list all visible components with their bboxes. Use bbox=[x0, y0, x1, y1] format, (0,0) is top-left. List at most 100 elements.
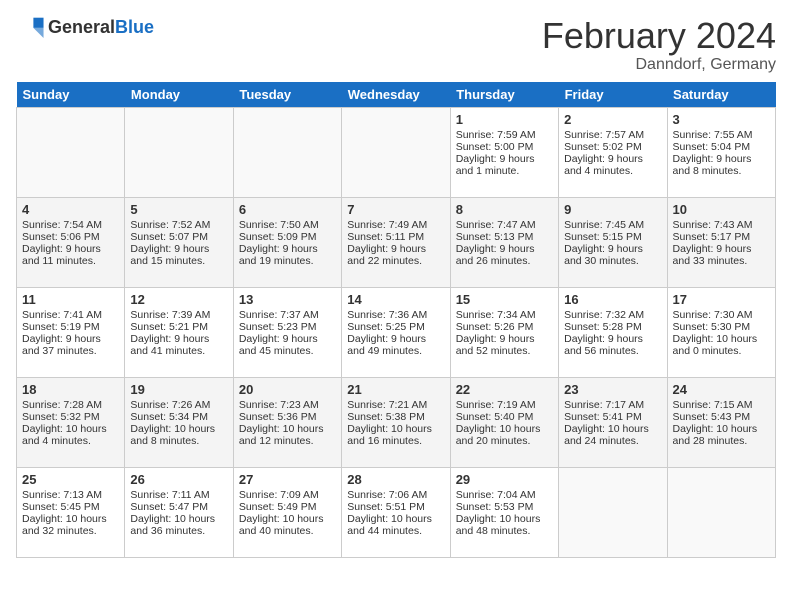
calendar-cell: 25Sunrise: 7:13 AMSunset: 5:45 PMDayligh… bbox=[17, 467, 125, 557]
calendar-cell: 7Sunrise: 7:49 AMSunset: 5:11 PMDaylight… bbox=[342, 197, 450, 287]
sunset-text: Sunset: 5:11 PM bbox=[347, 231, 444, 243]
sunset-text: Sunset: 5:34 PM bbox=[130, 411, 227, 423]
sunrise-text: Sunrise: 7:57 AM bbox=[564, 129, 661, 141]
sunrise-text: Sunrise: 7:55 AM bbox=[673, 129, 770, 141]
sunrise-text: Sunrise: 7:36 AM bbox=[347, 309, 444, 321]
calendar-cell: 29Sunrise: 7:04 AMSunset: 5:53 PMDayligh… bbox=[450, 467, 558, 557]
day-number: 6 bbox=[239, 202, 336, 217]
day-number: 24 bbox=[673, 382, 770, 397]
col-header-saturday: Saturday bbox=[667, 82, 775, 108]
daylight-text: Daylight: 9 hours and 33 minutes. bbox=[673, 243, 770, 267]
sunset-text: Sunset: 5:17 PM bbox=[673, 231, 770, 243]
calendar-cell: 18Sunrise: 7:28 AMSunset: 5:32 PMDayligh… bbox=[17, 377, 125, 467]
sunrise-text: Sunrise: 7:06 AM bbox=[347, 489, 444, 501]
sunrise-text: Sunrise: 7:45 AM bbox=[564, 219, 661, 231]
calendar-cell: 28Sunrise: 7:06 AMSunset: 5:51 PMDayligh… bbox=[342, 467, 450, 557]
col-header-sunday: Sunday bbox=[17, 82, 125, 108]
sunrise-text: Sunrise: 7:32 AM bbox=[564, 309, 661, 321]
calendar-cell: 27Sunrise: 7:09 AMSunset: 5:49 PMDayligh… bbox=[233, 467, 341, 557]
calendar-cell: 16Sunrise: 7:32 AMSunset: 5:28 PMDayligh… bbox=[559, 287, 667, 377]
calendar-cell: 22Sunrise: 7:19 AMSunset: 5:40 PMDayligh… bbox=[450, 377, 558, 467]
sunset-text: Sunset: 5:23 PM bbox=[239, 321, 336, 333]
sunset-text: Sunset: 5:51 PM bbox=[347, 501, 444, 513]
sunrise-text: Sunrise: 7:37 AM bbox=[239, 309, 336, 321]
day-number: 18 bbox=[22, 382, 119, 397]
calendar-cell: 11Sunrise: 7:41 AMSunset: 5:19 PMDayligh… bbox=[17, 287, 125, 377]
sunset-text: Sunset: 5:04 PM bbox=[673, 141, 770, 153]
sunset-text: Sunset: 5:36 PM bbox=[239, 411, 336, 423]
day-number: 11 bbox=[22, 292, 119, 307]
calendar-cell: 17Sunrise: 7:30 AMSunset: 5:30 PMDayligh… bbox=[667, 287, 775, 377]
daylight-text: Daylight: 10 hours and 36 minutes. bbox=[130, 513, 227, 537]
calendar-table: SundayMondayTuesdayWednesdayThursdayFrid… bbox=[16, 82, 776, 558]
week-row-5: 25Sunrise: 7:13 AMSunset: 5:45 PMDayligh… bbox=[17, 467, 776, 557]
daylight-text: Daylight: 9 hours and 52 minutes. bbox=[456, 333, 553, 357]
col-header-monday: Monday bbox=[125, 82, 233, 108]
daylight-text: Daylight: 9 hours and 41 minutes. bbox=[130, 333, 227, 357]
day-number: 29 bbox=[456, 472, 553, 487]
daylight-text: Daylight: 10 hours and 44 minutes. bbox=[347, 513, 444, 537]
daylight-text: Daylight: 10 hours and 16 minutes. bbox=[347, 423, 444, 447]
daylight-text: Daylight: 10 hours and 40 minutes. bbox=[239, 513, 336, 537]
day-number: 25 bbox=[22, 472, 119, 487]
calendar-cell: 6Sunrise: 7:50 AMSunset: 5:09 PMDaylight… bbox=[233, 197, 341, 287]
daylight-text: Daylight: 9 hours and 45 minutes. bbox=[239, 333, 336, 357]
sunset-text: Sunset: 5:53 PM bbox=[456, 501, 553, 513]
daylight-text: Daylight: 9 hours and 26 minutes. bbox=[456, 243, 553, 267]
calendar-cell: 10Sunrise: 7:43 AMSunset: 5:17 PMDayligh… bbox=[667, 197, 775, 287]
calendar-cell: 2Sunrise: 7:57 AMSunset: 5:02 PMDaylight… bbox=[559, 107, 667, 197]
calendar-cell: 15Sunrise: 7:34 AMSunset: 5:26 PMDayligh… bbox=[450, 287, 558, 377]
daylight-text: Daylight: 10 hours and 8 minutes. bbox=[130, 423, 227, 447]
day-number: 10 bbox=[673, 202, 770, 217]
calendar-cell bbox=[125, 107, 233, 197]
daylight-text: Daylight: 9 hours and 30 minutes. bbox=[564, 243, 661, 267]
sunrise-text: Sunrise: 7:17 AM bbox=[564, 399, 661, 411]
sunrise-text: Sunrise: 7:54 AM bbox=[22, 219, 119, 231]
day-number: 21 bbox=[347, 382, 444, 397]
calendar-cell: 24Sunrise: 7:15 AMSunset: 5:43 PMDayligh… bbox=[667, 377, 775, 467]
subtitle: Danndorf, Germany bbox=[542, 56, 776, 74]
calendar-cell: 26Sunrise: 7:11 AMSunset: 5:47 PMDayligh… bbox=[125, 467, 233, 557]
day-number: 5 bbox=[130, 202, 227, 217]
daylight-text: Daylight: 10 hours and 20 minutes. bbox=[456, 423, 553, 447]
calendar-cell: 9 Sunrise: 7:45 AMSunset: 5:15 PMDaylight… bbox=[559, 197, 667, 287]
daylight-text: Daylight: 10 hours and 32 minutes. bbox=[22, 513, 119, 537]
col-header-tuesday: Tuesday bbox=[233, 82, 341, 108]
sunrise-text: Sunrise: 7:26 AM bbox=[130, 399, 227, 411]
day-number: 12 bbox=[130, 292, 227, 307]
day-number: 8 bbox=[456, 202, 553, 217]
header-row: SundayMondayTuesdayWednesdayThursdayFrid… bbox=[17, 82, 776, 108]
calendar-cell: 19Sunrise: 7:26 AMSunset: 5:34 PMDayligh… bbox=[125, 377, 233, 467]
calendar-cell bbox=[667, 467, 775, 557]
sunset-text: Sunset: 5:41 PM bbox=[564, 411, 661, 423]
daylight-text: Daylight: 9 hours and 49 minutes. bbox=[347, 333, 444, 357]
sunrise-text: Sunrise: 7:49 AM bbox=[347, 219, 444, 231]
day-number: 27 bbox=[239, 472, 336, 487]
logo-text: GeneralBlue bbox=[48, 17, 154, 38]
daylight-text: Daylight: 10 hours and 28 minutes. bbox=[673, 423, 770, 447]
daylight-text: Daylight: 10 hours and 4 minutes. bbox=[22, 423, 119, 447]
day-number: 13 bbox=[239, 292, 336, 307]
sunrise-text: Sunrise: 7:52 AM bbox=[130, 219, 227, 231]
calendar-cell bbox=[342, 107, 450, 197]
daylight-text: Daylight: 9 hours and 11 minutes. bbox=[22, 243, 119, 267]
calendar-cell bbox=[559, 467, 667, 557]
daylight-text: Daylight: 10 hours and 24 minutes. bbox=[564, 423, 661, 447]
col-header-friday: Friday bbox=[559, 82, 667, 108]
sunset-text: Sunset: 5:38 PM bbox=[347, 411, 444, 423]
sunset-text: Sunset: 5:13 PM bbox=[456, 231, 553, 243]
day-number: 4 bbox=[22, 202, 119, 217]
sunset-text: Sunset: 5:32 PM bbox=[22, 411, 119, 423]
day-number: 9 bbox=[564, 202, 661, 217]
week-row-3: 11 Sunrise: 7:41 AMSunset: 5:19 PM Dayligh… bbox=[17, 287, 776, 377]
daylight-text: Daylight: 9 hours and 56 minutes. bbox=[564, 333, 661, 357]
calendar-cell: 12Sunrise: 7:39 AMSunset: 5:21 PMDayligh… bbox=[125, 287, 233, 377]
sunrise-text: Sunrise: 7:41 AM bbox=[22, 309, 119, 321]
sunset-text: Sunset: 5:19 PM bbox=[22, 321, 119, 333]
sunset-text: Sunset: 5:40 PM bbox=[456, 411, 553, 423]
sunset-text: Sunset: 5:47 PM bbox=[130, 501, 227, 513]
daylight-text: Daylight: 9 hours and 15 minutes. bbox=[130, 243, 227, 267]
sunset-text: Sunset: 5:15 PM bbox=[564, 231, 661, 243]
daylight-text: Daylight: 9 hours and 8 minutes. bbox=[673, 153, 770, 177]
sunrise-text: Sunrise: 7:04 AM bbox=[456, 489, 553, 501]
